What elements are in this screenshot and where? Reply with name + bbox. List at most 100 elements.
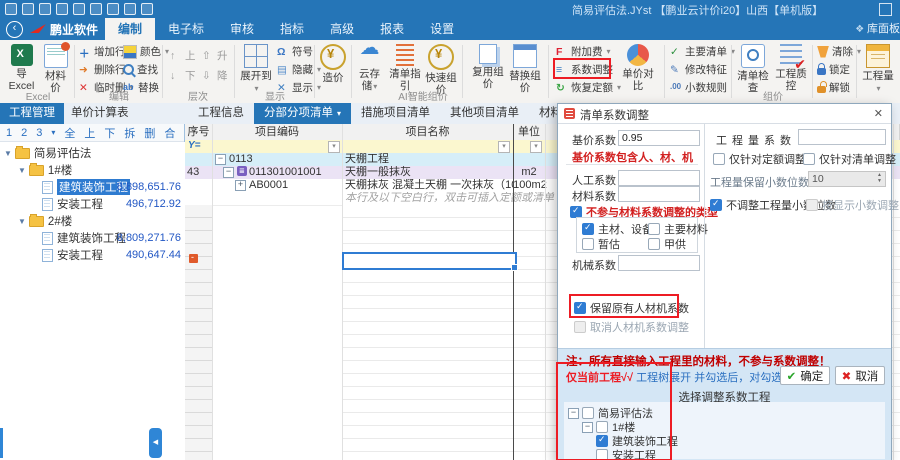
tree-up[interactable]: 上 [84, 125, 95, 141]
list-check-button[interactable]: 清单检查 [735, 44, 771, 94]
back-icon[interactable]: ‹ [6, 21, 23, 38]
col-name[interactable]: 项目名称 [342, 124, 514, 140]
quality-control-button[interactable]: 工程质控 [773, 44, 809, 92]
unlock-button[interactable]: 解锁 [817, 80, 850, 95]
promote-button[interactable]: ⇧ 升 [202, 48, 228, 63]
decimal-rule-button[interactable]: .00 小数规则 [670, 80, 727, 95]
dialog-tree-install[interactable]: 安装工程 [596, 447, 656, 460]
list-guide-button[interactable]: 清单指引 [388, 44, 422, 92]
tab-bianzhi[interactable]: 编制 [105, 18, 155, 40]
quantity-coefficient-input[interactable] [798, 129, 886, 145]
scroll-strip[interactable] [0, 428, 3, 458]
filter-box-icon[interactable]: ▾ [328, 141, 340, 153]
tab-subitem-list[interactable]: 分部分项清单 [254, 103, 351, 124]
collapse-minus-icon[interactable]: − [215, 154, 226, 165]
surcharge-button[interactable]: F 附加费 [556, 44, 611, 59]
filter-box-icon[interactable]: ▾ [498, 141, 510, 153]
spinner-arrows-icon[interactable]: ▲▼ [875, 172, 884, 186]
quantity-button[interactable]: 工程量 [861, 44, 895, 95]
modify-feature-button[interactable]: ✎ 修改特征 [670, 62, 727, 77]
cut-icon[interactable] [107, 3, 119, 15]
main-list-button[interactable]: ✓ 主要清单 [670, 44, 735, 59]
tree-item-install2[interactable]: 安装工程 490,647.44 [42, 247, 185, 263]
find-button[interactable]: 查找 [123, 62, 158, 77]
col-code[interactable]: 项目编码 [212, 124, 343, 140]
tree-all[interactable]: 全 [64, 125, 75, 141]
collapse-minus-icon[interactable]: − [223, 167, 234, 178]
tree-level-2[interactable]: 2 [21, 127, 27, 139]
open-file-icon[interactable] [22, 3, 34, 15]
decimal-places-spinner[interactable]: 10 ▲▼ [808, 171, 886, 187]
tab-measure-list[interactable]: 措施项目清单 [351, 103, 440, 124]
selected-cell[interactable] [342, 252, 517, 270]
paste-icon[interactable] [90, 3, 102, 15]
tree-item-decoration1[interactable]: 建筑装饰工程 8,898,651.76 [42, 179, 185, 195]
cancel-adjust-checkbox[interactable]: 取消人材机系数调整 [574, 319, 689, 335]
tab-dianzibiao[interactable]: 电子标 [155, 18, 217, 40]
tree-down[interactable]: 下 [104, 125, 115, 141]
machine-coefficient-input[interactable] [618, 255, 700, 271]
demote-button[interactable]: ⇩ 降 [202, 68, 228, 83]
tab-other-list[interactable]: 其他项目清单 [440, 103, 529, 124]
tree-item-root[interactable]: ▼ 简易评估法 [4, 145, 91, 161]
tab-shenhe[interactable]: 审核 [217, 18, 267, 40]
tree-level-1[interactable]: 1 [6, 127, 12, 139]
cloud-storage-button[interactable]: 云存储 [354, 44, 385, 93]
tab-project-manage[interactable]: 工程管理 [0, 103, 64, 124]
new-file-icon[interactable] [5, 3, 17, 15]
labor-coefficient-input[interactable] [618, 170, 700, 186]
collapse-minus-icon[interactable]: − [568, 408, 579, 419]
tab-shezhi[interactable]: 设置 [417, 18, 467, 40]
close-icon[interactable]: ✕ [874, 107, 883, 120]
panel-collapse-handle[interactable]: ◀ [149, 428, 162, 458]
replace-price-button[interactable]: 替换组价 [507, 44, 543, 94]
ok-button[interactable]: ✔ 确定 [780, 366, 830, 385]
tab-zhibiao[interactable]: 指标 [267, 18, 317, 40]
tab-unit-price-sheet[interactable]: 单价计算表 [62, 103, 138, 124]
library-panel-button[interactable]: ❖ 库面板 [855, 20, 900, 36]
collapse-minus-icon[interactable]: − [582, 422, 593, 433]
copy-icon[interactable] [73, 3, 85, 15]
expand-plus-icon[interactable]: + [235, 180, 246, 191]
lock-button[interactable]: 锁定 [817, 62, 850, 77]
main-material-checkbox[interactable]: 主材、设备 [582, 221, 653, 237]
col-unit[interactable]: 单位 [513, 124, 546, 140]
move-down-button[interactable]: ↓ 下 [170, 68, 196, 83]
move-up-button[interactable]: ↑ 上 [170, 48, 196, 63]
keep-coefficient-checkbox[interactable]: 保留原有人材机系数 [574, 300, 689, 316]
material-coefficient-input[interactable] [618, 186, 700, 202]
tree-level-dropdown-icon[interactable]: ▾ [51, 128, 55, 137]
save-icon[interactable] [39, 3, 51, 15]
only-list-checkbox[interactable]: 仅针对清单调整 [803, 151, 896, 167]
col-seq[interactable]: 序号 [185, 124, 213, 140]
tree-item-building1[interactable]: ▼ 1#楼 [18, 162, 72, 178]
dialog-title-bar[interactable]: 清单系数调整 ✕ [558, 104, 891, 124]
save-all-icon[interactable] [56, 3, 68, 15]
by-display-checkbox[interactable]: 按显示小数调整 [806, 197, 899, 213]
tab-project-info[interactable]: 工程信息 [188, 103, 254, 124]
cancel-button[interactable]: ✖ 取消 [835, 366, 885, 385]
delete-row-button[interactable]: ➜ 删除行 [79, 62, 126, 77]
price-compare-button[interactable]: 单价对比 [618, 44, 658, 92]
material-price-button[interactable]: 材料价 [40, 44, 71, 94]
clear-button[interactable]: 清除 [817, 44, 861, 59]
tree-level-3[interactable]: 3 [36, 127, 42, 139]
undo-icon[interactable] [124, 3, 136, 15]
export-excel-button[interactable]: 导Excel [5, 44, 38, 92]
base-coefficient-input[interactable]: 0.95 [618, 130, 700, 146]
coefficient-adjust-button[interactable]: ≡ 系数调整 [556, 62, 613, 77]
window-control-icon[interactable] [879, 3, 892, 16]
filter-box-icon[interactable]: ▾ [530, 141, 542, 153]
cost-button[interactable]: 造价 [317, 44, 349, 84]
tree-item-decoration2[interactable]: 建筑装饰工程 8,809,271.76 [42, 230, 185, 246]
tree-item-building2[interactable]: ▼ 2#楼 [18, 213, 72, 229]
tree-item-install1[interactable]: 安装工程 496,712.92 [42, 196, 185, 212]
reuse-price-button[interactable]: 复用组价 [470, 44, 506, 90]
redo-icon[interactable] [141, 3, 153, 15]
major-material-checkbox[interactable]: 主要材料 [648, 221, 708, 237]
tree-merge[interactable]: 合 [164, 125, 175, 141]
estimate-checkbox[interactable]: 暂估 [582, 236, 620, 252]
tree-split[interactable]: 拆 [124, 125, 135, 141]
symbol-button[interactable]: Ω 符号 [277, 44, 313, 59]
restore-quota-button[interactable]: ↻ 恢复定额 [556, 80, 621, 95]
